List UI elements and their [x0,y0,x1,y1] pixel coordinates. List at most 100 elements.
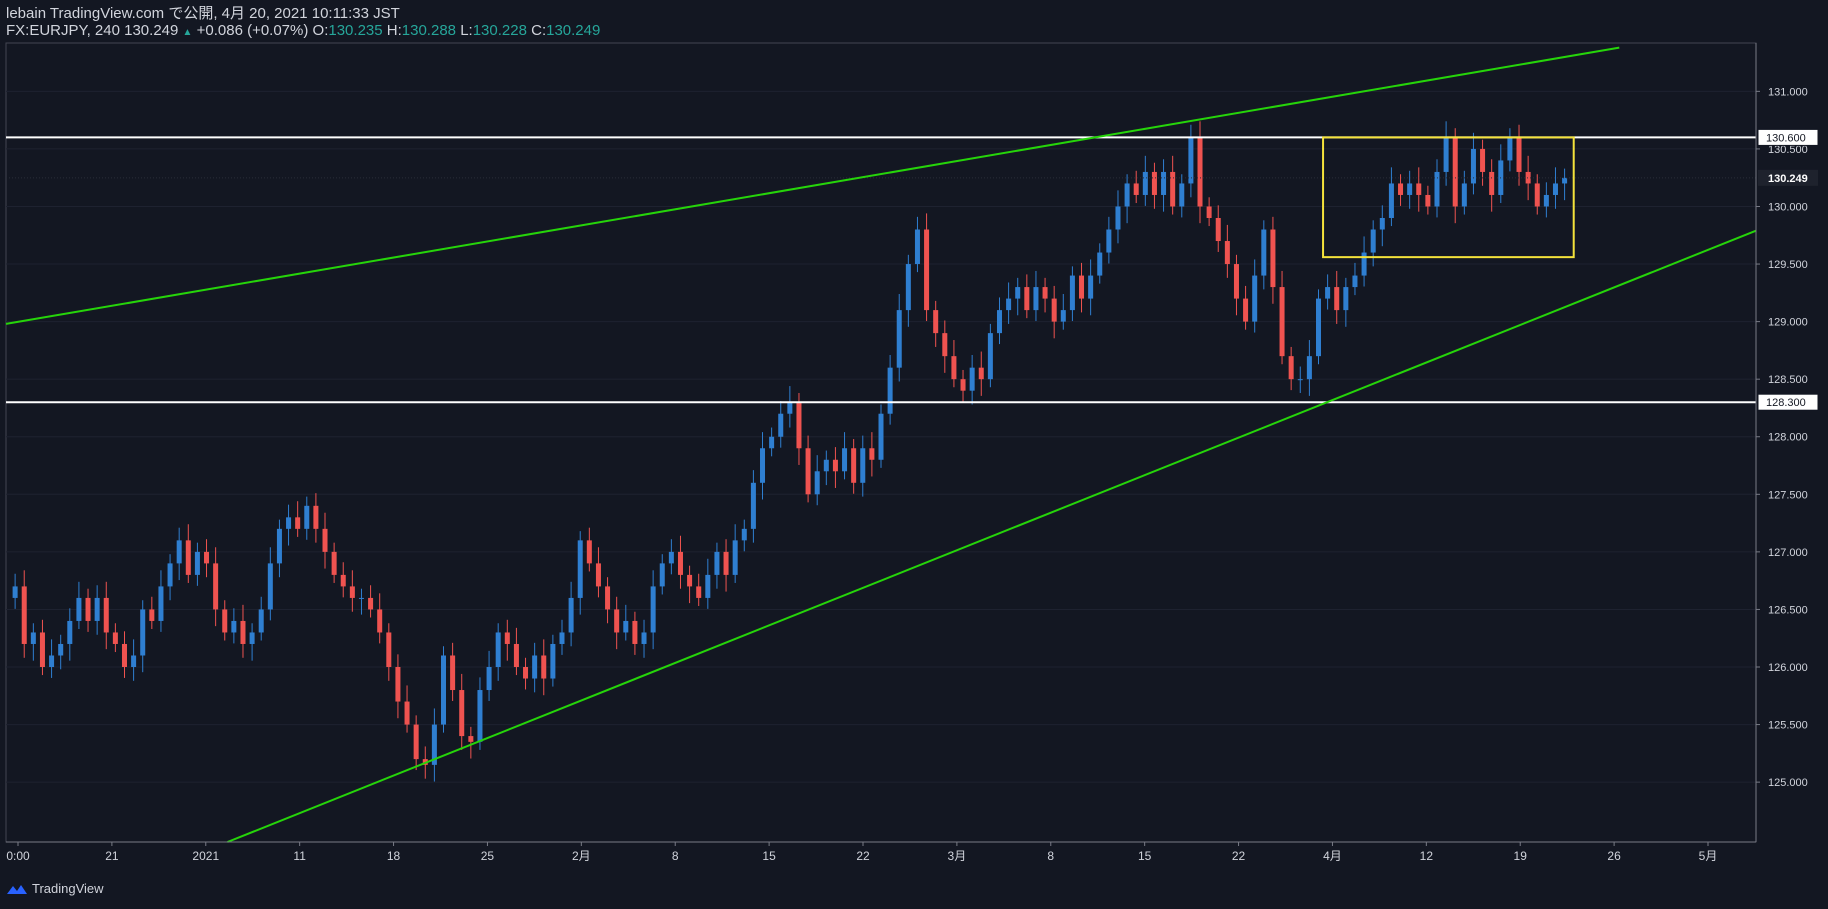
candle-up [1297,379,1303,381]
footer-brand[interactable]: TradingView [6,881,104,896]
tradingview-logo-icon [7,884,27,894]
price-chart[interactable]: 125.000 125.500 126.000 126.500 127.000 127.5… [0,0,1828,909]
x-tick-label: 0:00 [6,849,30,863]
candle-up [1069,275,1075,311]
y-tick-label: 131.000 [1768,86,1808,98]
candle-up [67,620,73,644]
trendline[interactable] [227,229,1757,843]
candle-up [304,505,310,529]
candle-down [1534,183,1540,207]
candle-down [1079,275,1085,299]
candle-up [741,528,747,541]
candle-up [58,643,64,656]
candle-up [842,448,848,472]
candle-down [1206,206,1212,218]
candle-down [1489,171,1495,195]
x-tick-label: 8 [672,849,679,863]
level-price-label: 130.600 [1766,132,1806,144]
y-tick-label: 127.500 [1768,489,1808,501]
candle-down [851,448,857,483]
candle-up [12,586,18,598]
candle-up [532,655,538,679]
x-tick-label: 2021 [192,849,219,863]
candle-up [176,540,182,564]
candle-up [1252,275,1258,322]
candle-up [1388,183,1394,218]
candle-down [1480,148,1486,172]
candle-down [1243,298,1249,322]
level-price-label: 128.300 [1766,397,1806,409]
candle-up [1306,356,1312,380]
candle-up [1161,171,1167,195]
candle-up [231,620,237,633]
candle-up [1060,310,1066,322]
x-tick-label: 19 [1514,849,1528,863]
candle-down [322,528,328,552]
y-tick-label: 125.500 [1768,720,1808,732]
candle-down [869,448,875,460]
x-tick-label: 22 [1232,849,1246,863]
candle-up [778,413,784,437]
candle-down [1452,137,1458,207]
candle-up [732,540,738,575]
candle-up [30,632,36,644]
candle-down [1288,356,1294,380]
candle-down [1042,287,1048,299]
y-tick-label: 126.000 [1768,662,1808,674]
candle-down [1270,229,1276,288]
candle-up [94,597,100,621]
y-tick-label: 128.500 [1768,374,1808,386]
candle-up [1507,137,1513,161]
candle-up [1443,137,1449,172]
candle-up [1115,206,1121,230]
candle-down [377,609,383,633]
candle-up [1033,287,1039,311]
candle-up [714,551,720,575]
candle-up [1124,183,1130,207]
candle-down [349,586,355,598]
candle-up [1315,298,1322,357]
candle-up [887,367,893,414]
candle-up [705,574,711,598]
candle-up [249,632,255,644]
candle-down [85,597,91,621]
candle-down [832,459,838,472]
candle-down [204,551,210,564]
candle-up [769,436,775,449]
candle-down [513,643,519,668]
candle-down [1224,241,1230,265]
candle-up [650,586,656,633]
candle-down [1151,171,1157,195]
candle-down [240,620,246,644]
candle-down [1197,137,1203,207]
last-price-label: 130.249 [1768,173,1808,185]
candle-down [1170,171,1176,207]
x-tick-label: 15 [762,849,776,863]
brand-label: TradingView [32,881,104,896]
candle-down [687,574,693,587]
candle-down [960,379,966,391]
candle-down [1024,287,1030,311]
candle-up [550,643,556,679]
candle-down [103,597,109,633]
candle-up [559,632,565,644]
candle-up [1006,298,1012,311]
candle-down [468,736,474,742]
candle-down [523,667,529,679]
candle-down [450,655,456,691]
candle-up [49,655,55,668]
candle-down [386,632,392,668]
x-tick-label: 8 [1047,849,1054,863]
x-tick-label: 3月 [948,849,967,863]
trendline[interactable] [5,46,1620,325]
candle-up [486,667,492,691]
candle-up [477,690,483,742]
candle-down [1215,217,1221,242]
candle-up [267,563,273,610]
y-tick-label: 128.000 [1768,432,1808,444]
candle-down [1279,287,1285,357]
candle-down [632,620,638,644]
y-tick-label: 129.000 [1768,317,1808,329]
candle-down [951,356,957,380]
candle-down [805,448,811,495]
